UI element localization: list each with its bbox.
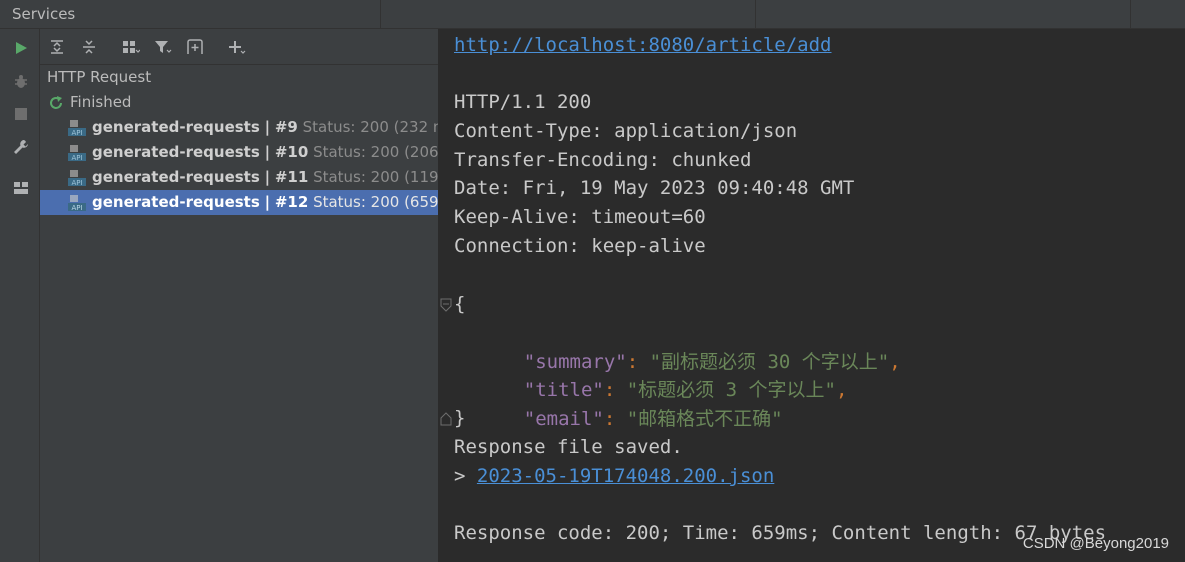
response-header-line: Content-Type: application/json [454, 120, 798, 142]
filter-button[interactable] [152, 36, 174, 58]
request-number: #11 [274, 168, 309, 186]
group-by-button[interactable] [120, 36, 142, 58]
title-divider [755, 0, 756, 29]
response-file-link[interactable]: 2023-05-19T174048.200.json [477, 465, 774, 487]
request-status: Status: 200 (119 ms) [313, 168, 439, 186]
request-item[interactable]: API generated-requests | #9 Status: 200 … [40, 115, 438, 140]
services-title-bar: Services [0, 0, 1185, 29]
services-tree-panel: HTTP Request Finished API generated-requ… [40, 29, 439, 562]
svg-text:API: API [71, 129, 82, 137]
response-header-line: Transfer-Encoding: chunked [454, 149, 752, 171]
response-summary-line: Response code: 200; Time: 659ms; Content… [454, 522, 1107, 544]
request-name: generated-requests [92, 143, 260, 161]
new-tab-button[interactable] [184, 36, 206, 58]
api-icon: API [68, 170, 86, 187]
tree-root-label: HTTP Request [47, 68, 152, 86]
svg-text:API: API [71, 204, 82, 212]
layout-icon [14, 182, 28, 194]
request-status: Status: 200 (206 ms) [313, 143, 439, 161]
request-status: Status: 200 (659 ms) [313, 193, 439, 211]
tree-toolbar [40, 29, 438, 65]
svg-text:API: API [71, 154, 82, 162]
svg-text:API: API [71, 179, 82, 187]
request-name: generated-requests [92, 168, 260, 186]
add-service-button[interactable] [226, 36, 248, 58]
add-tab-icon [187, 39, 203, 54]
json-colon: : [603, 408, 627, 430]
response-header-line: HTTP/1.1 200 [454, 91, 592, 113]
response-saved-text: Response file saved. [454, 436, 683, 458]
title-divider [1130, 0, 1131, 29]
request-separator: | [264, 193, 271, 211]
request-separator: | [264, 168, 271, 186]
json-field-summary: "summary": "副标题必须 30 个字以上", [478, 319, 901, 373]
collapse-all-icon [83, 40, 95, 54]
expand-all-button[interactable] [46, 36, 68, 58]
request-item[interactable]: API generated-requests | #10 Status: 200… [40, 140, 439, 165]
request-separator: | [264, 143, 271, 161]
request-number: #9 [274, 118, 298, 136]
api-icon: API [68, 120, 86, 137]
refresh-icon [50, 96, 62, 109]
collapse-all-button[interactable] [78, 36, 100, 58]
request-item[interactable]: API generated-requests | #11 Status: 200… [40, 165, 439, 190]
request-item-selected[interactable]: API generated-requests | #12 Status: 200… [40, 190, 439, 215]
run-icon [16, 42, 27, 54]
window-title: Services [12, 5, 76, 23]
fold-open-icon[interactable] [440, 298, 452, 312]
title-divider [380, 0, 381, 29]
request-number: #10 [274, 143, 309, 161]
request-name: generated-requests [92, 118, 260, 136]
response-header-line: Keep-Alive: timeout=60 [454, 206, 706, 228]
left-tool-strip [0, 29, 40, 562]
json-open-brace: { [454, 293, 466, 315]
json-close-brace: } [454, 407, 466, 429]
response-header-line: Date: Fri, 19 May 2023 09:40:48 GMT [454, 177, 855, 199]
plus-icon [229, 41, 246, 54]
request-separator: | [264, 118, 271, 136]
debug-button[interactable] [10, 71, 32, 93]
filter-icon [155, 41, 172, 53]
tree-group-finished[interactable]: Finished [40, 90, 438, 115]
request-number: #12 [274, 193, 309, 211]
response-header-line: Connection: keep-alive [454, 235, 706, 257]
wrench-icon [14, 140, 28, 154]
api-icon: API [68, 145, 86, 162]
json-field-title: "title": "标题必须 3 个字以上", [478, 347, 848, 401]
json-value: "邮箱格式不正确" [626, 408, 783, 430]
bug-icon [15, 75, 27, 88]
expand-all-icon [51, 40, 63, 54]
request-name: generated-requests [92, 193, 260, 211]
stop-icon [15, 108, 27, 120]
stop-button[interactable] [10, 103, 32, 125]
api-icon: API [68, 195, 86, 212]
json-comma: , [889, 351, 901, 373]
fold-end-icon[interactable] [440, 412, 452, 426]
json-key: "email" [523, 408, 604, 430]
json-comma: , [835, 379, 848, 401]
json-field-email: "email": "邮箱格式不正确" [478, 376, 783, 430]
group-icon [123, 41, 140, 53]
file-prefix: > [454, 465, 477, 487]
layout-button[interactable] [10, 177, 32, 199]
tree-root-http-request[interactable]: HTTP Request [40, 65, 438, 90]
response-console[interactable]: http://localhost:8080/article/add HTTP/1… [440, 29, 1185, 562]
watermark: CSDN @Beyong2019 [1022, 535, 1169, 552]
request-status: Status: 200 (232 ms) [302, 118, 438, 136]
settings-button[interactable] [10, 136, 32, 158]
tree-group-label: Finished [70, 93, 132, 111]
run-button[interactable] [10, 37, 32, 59]
request-url-link[interactable]: http://localhost:8080/article/add [454, 34, 832, 56]
